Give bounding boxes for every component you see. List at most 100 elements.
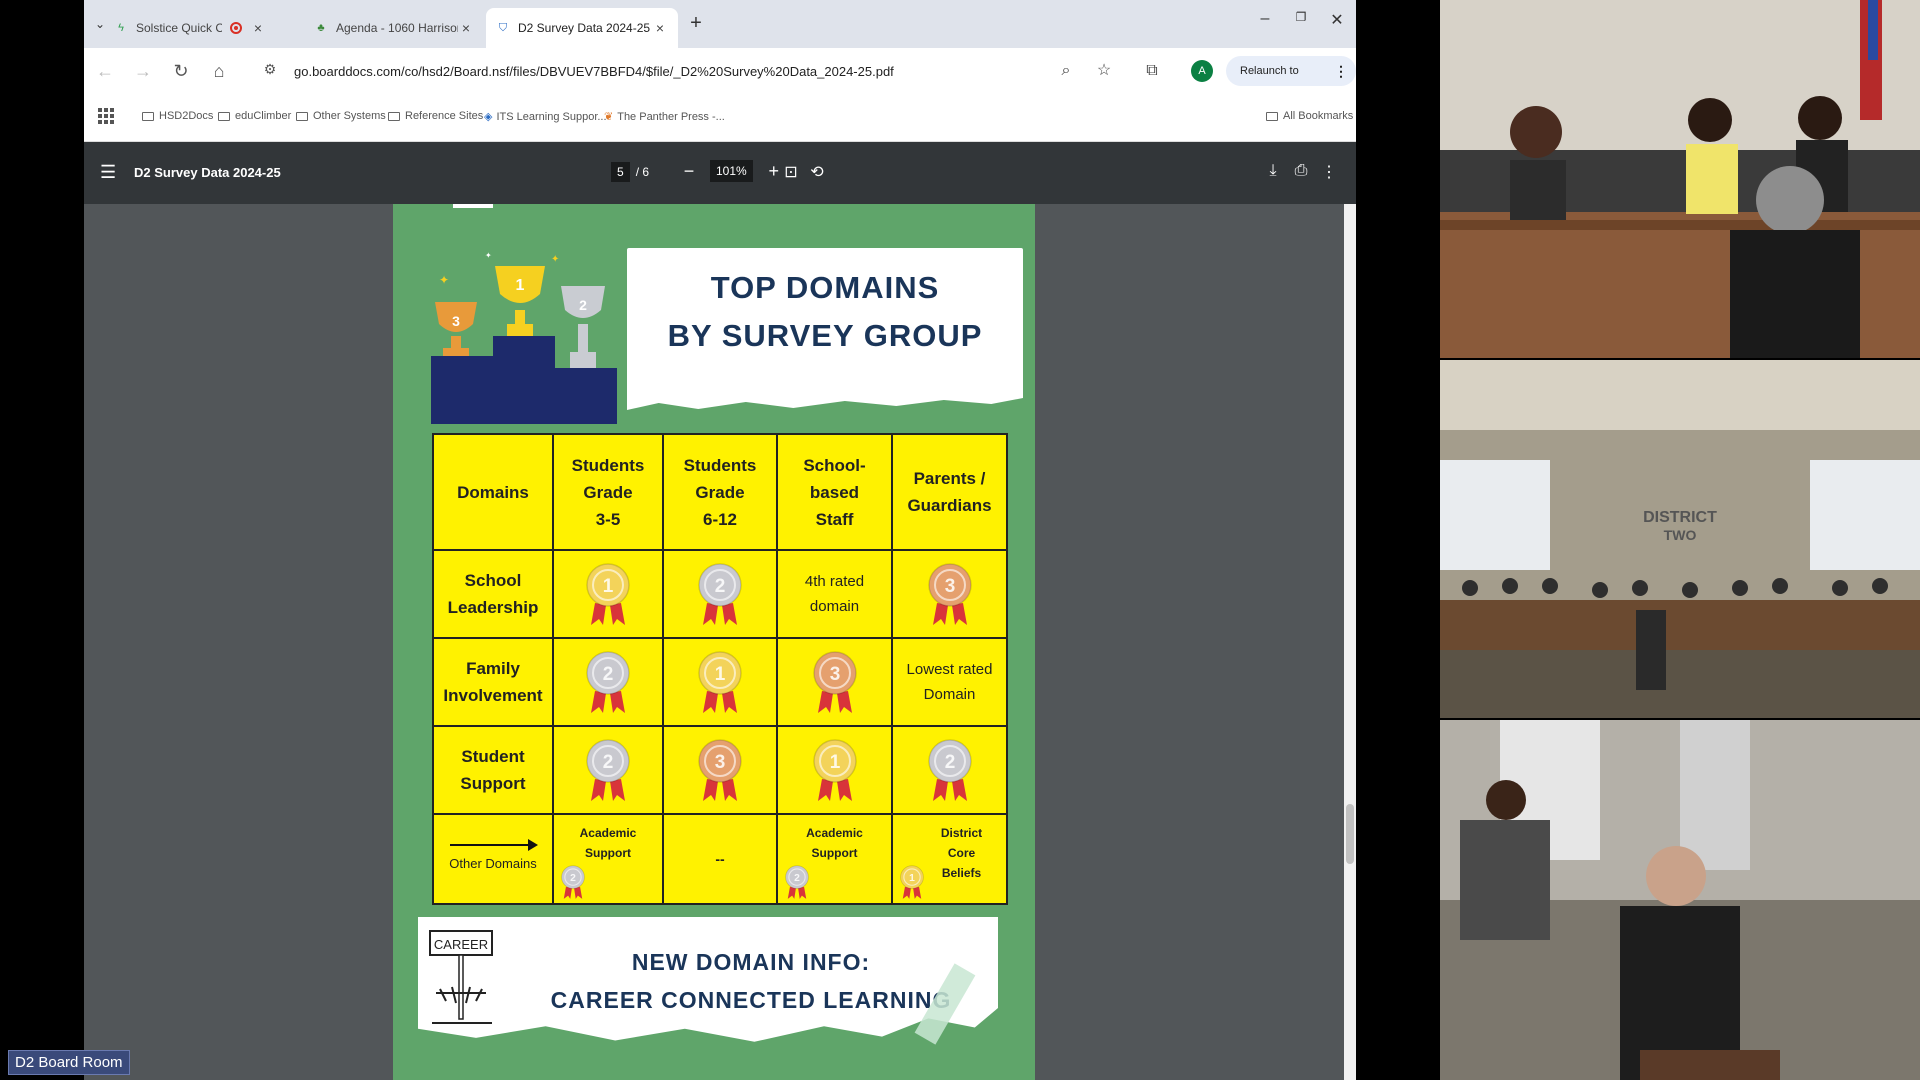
back-icon[interactable]: ← [92, 58, 118, 84]
medal-cell: 3 [662, 725, 778, 815]
bookmark-folder[interactable]: HSD2Docs [142, 110, 213, 122]
cell-line: Academic [806, 826, 863, 840]
cell-line: District [940, 826, 983, 840]
trophy-number: 2 [579, 297, 587, 313]
download-icon[interactable]: ⤓ [1262, 162, 1284, 180]
restore-icon[interactable]: ❐ [1283, 10, 1319, 24]
medal-2-icon: 2 [586, 739, 630, 801]
boarddocs-tree-icon: ♣ [317, 22, 325, 34]
medal-1-icon: 1 [900, 865, 924, 899]
header-line: Parents / [913, 469, 986, 488]
medal-1-icon: 1 [586, 563, 630, 625]
bookmark-star-icon[interactable]: ☆ [1092, 59, 1116, 83]
folder-icon [388, 111, 400, 121]
page-title-line2: BY SURVEY GROUP [667, 318, 983, 353]
hamburger-menu-icon[interactable]: ☰ [100, 162, 116, 183]
zoom-icon[interactable]: ⌕ [1054, 59, 1078, 83]
rotate-icon[interactable]: ⟲ [806, 162, 828, 182]
close-window-icon[interactable]: ✕ [1319, 10, 1355, 30]
reload-icon[interactable]: ↻ [168, 58, 194, 84]
bookmark-link[interactable]: ◈ ITS Learning Suppor... [484, 110, 607, 124]
medal-rank: 1 [909, 873, 915, 884]
medal-rank: 3 [715, 752, 726, 773]
arrow-right-icon [450, 839, 538, 851]
header-students-3-5: Students Grade 3-5 [552, 433, 664, 551]
medal-1-icon: 1 [698, 651, 742, 713]
medal-2-icon: 2 [927, 739, 972, 801]
domain-line: School [464, 571, 522, 590]
more-options-icon[interactable]: ⋮ [1318, 162, 1340, 182]
header-domains: Domains [432, 433, 554, 551]
career-title-line2: CAREER CONNECTED LEARNING [550, 987, 952, 1013]
relaunch-button[interactable]: Relaunch to update ⋮ [1226, 56, 1356, 107]
medal-2-icon: 2 [561, 865, 585, 899]
home-icon[interactable]: ⌂ [206, 58, 232, 84]
zoom-level-input[interactable]: 101% [710, 160, 753, 182]
all-bookmarks[interactable]: All Bookmarks [1266, 110, 1353, 122]
text-cell: Lowest rated Domain [891, 637, 1008, 727]
bookmark-link[interactable]: ❦ The Panther Press -... [604, 110, 725, 124]
trophy-number: 1 [516, 277, 525, 294]
medal-rank: 3 [944, 576, 955, 597]
extensions-icon[interactable]: ⧉ [1140, 59, 1164, 83]
pdf-toolbar: ☰ D2 Survey Data 2024-25 5 / 6 − 101% + … [84, 142, 1356, 204]
more-menu-icon[interactable]: ⋮ [1334, 56, 1348, 86]
bookmark-folder[interactable]: Reference Sites [388, 110, 483, 122]
print-icon[interactable]: ⎙ [1290, 162, 1312, 180]
other-label: Other Domains [449, 856, 537, 871]
apps-grid-icon[interactable] [98, 108, 114, 124]
district-sign-text: TWO [1664, 527, 1697, 543]
trophies-podium-icon: 3 1 2 ✦ ✦ ✦ [431, 251, 617, 424]
tab-agenda[interactable]: ♣ Agenda - 1060 Harrison Ro... × [304, 8, 484, 48]
tab-survey-pdf[interactable]: ⛉ D2 Survey Data 2024-25 × [486, 8, 678, 48]
domain-line: Involvement [443, 686, 543, 705]
folder-icon [1266, 111, 1278, 121]
tab-solstice[interactable]: ϟ Solstice Quick Connect × [104, 8, 276, 48]
header-line: Guardians [907, 496, 992, 515]
header-line: Grade [583, 482, 633, 502]
header-line: Staff [815, 509, 854, 529]
cell-line: Support [585, 846, 631, 860]
header-line: School- [803, 455, 866, 475]
minimize-icon[interactable]: – [1247, 10, 1283, 28]
pdf-scrollbar[interactable] [1344, 204, 1356, 1080]
domain-line: Family [466, 659, 520, 678]
bookmarks-bar: HSD2Docs eduClimber Other Systems Refere… [84, 94, 1356, 142]
browser-window: ⌄ ϟ Solstice Quick Connect × ♣ Agenda - … [84, 0, 1356, 1080]
trophy-number: 3 [452, 313, 460, 329]
scrollbar-thumb[interactable] [1346, 804, 1354, 864]
address-bar[interactable]: ⚙ go.boarddocs.com/co/hsd2/Board.nsf/fil… [252, 55, 1142, 87]
close-tab-icon[interactable]: × [458, 20, 474, 36]
all-bookmarks-label: All Bookmarks [1283, 110, 1354, 122]
svg-text:✦: ✦ [439, 273, 449, 287]
fit-page-icon[interactable]: ⊡ [780, 162, 802, 182]
zoom-out-icon[interactable]: − [676, 161, 702, 182]
domain-line: Support [460, 774, 526, 793]
tab-title: Agenda - 1060 Harrison Ro... [336, 21, 458, 35]
header-line: based [809, 482, 860, 502]
bookmark-folder[interactable]: Other Systems [296, 110, 386, 122]
tab-bar: ⌄ ϟ Solstice Quick Connect × ♣ Agenda - … [84, 0, 1356, 48]
video-feed-room-wide: DISTRICT TWO [1440, 360, 1920, 718]
header-line: 6-12 [702, 509, 738, 529]
cell-line: Domain [923, 686, 976, 703]
medal-rank: 2 [715, 576, 726, 597]
medal-cell: 3 [891, 549, 1008, 639]
career-banner: CAREER NEW DOMAIN INFO: CAREER CONNECTED… [418, 917, 998, 1042]
bookmark-folder[interactable]: eduClimber [218, 110, 291, 122]
medal-2-icon: 2 [785, 865, 809, 899]
page-selector: 5 / 6 [611, 162, 649, 182]
url-text[interactable]: go.boarddocs.com/co/hsd2/Board.nsf/files… [294, 64, 894, 79]
site-info-icon[interactable]: ⚙ [260, 61, 280, 81]
page-number-input[interactable]: 5 [611, 162, 630, 182]
page-title-line1: TOP DOMAINS [710, 270, 940, 305]
close-tab-icon[interactable]: × [652, 20, 668, 36]
close-tab-icon[interactable]: × [250, 20, 266, 36]
bookmark-label: The Panther Press -... [617, 110, 725, 123]
recording-icon [230, 22, 242, 34]
profile-avatar[interactable]: A [1191, 60, 1213, 82]
forward-icon[interactable]: → [130, 58, 156, 84]
cell-line: Beliefs [941, 866, 982, 880]
video-feed-board-members [1440, 0, 1920, 358]
new-tab-button[interactable]: + [684, 12, 708, 35]
